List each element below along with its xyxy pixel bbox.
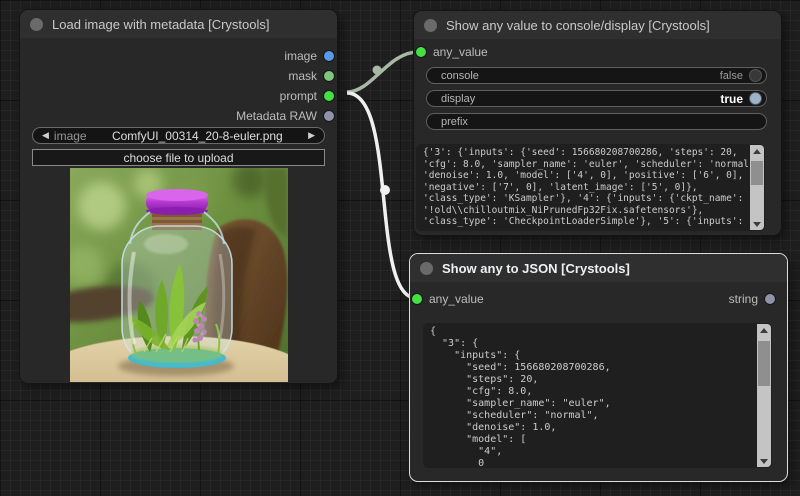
prefix-input[interactable]: prefix <box>426 113 767 130</box>
output-dot-metadata-raw[interactable] <box>324 111 334 121</box>
console-output-text: {'3': {'inputs': {'seed': 15668020870028… <box>416 144 765 231</box>
widget-label: display <box>441 93 475 105</box>
collapse-dot[interactable] <box>30 18 43 31</box>
node-title: Load image with metadata [Crystools] <box>52 17 270 32</box>
output-slots: image mask prompt Metadata RAW <box>236 46 334 126</box>
link-prompt-to-json <box>347 93 416 298</box>
combo-right-arrow-icon[interactable]: ▶ <box>308 131 315 140</box>
scrollbar-thumb[interactable] <box>758 341 770 386</box>
combo-label: image <box>54 129 87 143</box>
display-toggle[interactable]: display true <box>426 90 767 107</box>
scroll-down-icon[interactable] <box>750 218 764 230</box>
slot-label: image <box>284 49 317 63</box>
node-show-any-value-console-display[interactable]: Show any value to console/display [Cryst… <box>413 10 782 236</box>
output-slot-string: string <box>729 292 775 306</box>
combo-value[interactable]: ComfyUI_00314_20-8-euler.png <box>87 129 308 143</box>
node-title: Show any value to console/display [Cryst… <box>446 18 710 33</box>
output-dot-image[interactable] <box>324 51 334 61</box>
json-output-textarea[interactable]: { "3": { "inputs": { "seed": 15668020870… <box>423 323 772 468</box>
output-slot-prompt: prompt <box>280 86 334 106</box>
toggle-circle-icon[interactable] <box>749 69 762 82</box>
slot-label: any_value <box>429 292 484 306</box>
combo-left-arrow-icon[interactable]: ◀ <box>42 131 49 140</box>
output-dot-prompt[interactable] <box>324 91 334 101</box>
output-slot-image: image <box>284 46 334 66</box>
widget-value: false <box>720 70 743 82</box>
input-dot-any-value[interactable] <box>416 47 426 57</box>
slot-label: any_value <box>433 45 488 59</box>
node-show-any-to-json[interactable]: Show any to JSON [Crystools] any_value s… <box>409 253 788 482</box>
widget-label: console <box>441 70 479 82</box>
output-dot-mask[interactable] <box>324 71 334 81</box>
toggle-circle-icon[interactable] <box>749 92 762 105</box>
textarea-scrollbar[interactable] <box>750 145 764 230</box>
image-preview <box>70 168 288 382</box>
node-load-image-with-metadata[interactable]: Load image with metadata [Crystools] ima… <box>19 9 338 384</box>
widget-value: true <box>720 92 743 106</box>
input-slot-any-value: any_value <box>412 292 484 306</box>
slot-label: string <box>729 292 758 306</box>
node-titlebar[interactable]: Load image with metadata [Crystools] <box>20 10 337 38</box>
input-dot-any-value[interactable] <box>412 294 422 304</box>
console-output-textarea[interactable]: {'3': {'inputs': {'seed': 15668020870028… <box>416 144 765 231</box>
output-dot-string[interactable] <box>765 294 775 304</box>
scroll-up-icon[interactable] <box>750 145 764 157</box>
link-prompt-to-console <box>347 52 418 92</box>
output-slot-mask: mask <box>288 66 334 86</box>
node-titlebar[interactable]: Show any value to console/display [Cryst… <box>414 11 781 39</box>
slot-label: Metadata RAW <box>236 109 317 123</box>
widget-label: prefix <box>441 116 468 128</box>
scrollbar-thumb[interactable] <box>751 161 763 185</box>
scroll-down-icon[interactable] <box>757 455 771 467</box>
json-output-text: { "3": { "inputs": { "seed": 15668020870… <box>423 323 772 468</box>
textarea-scrollbar[interactable] <box>757 324 771 467</box>
link-midpoint-dot <box>380 185 390 195</box>
node-titlebar[interactable]: Show any to JSON [Crystools] <box>410 254 787 282</box>
link-midpoint-dot <box>373 66 382 75</box>
slot-label: prompt <box>280 89 317 103</box>
input-slot-any-value: any_value <box>416 45 488 59</box>
console-toggle[interactable]: console false <box>426 67 767 84</box>
output-slot-metadata-raw: Metadata RAW <box>236 106 334 126</box>
image-file-combo[interactable]: ◀ image ComfyUI_00314_20-8-euler.png ▶ <box>32 127 325 144</box>
collapse-dot[interactable] <box>424 19 437 32</box>
scroll-up-icon[interactable] <box>757 324 771 336</box>
slot-label: mask <box>288 69 317 83</box>
node-title: Show any to JSON [Crystools] <box>442 261 630 276</box>
collapse-dot[interactable] <box>420 262 433 275</box>
choose-file-button[interactable]: choose file to upload <box>32 149 325 166</box>
